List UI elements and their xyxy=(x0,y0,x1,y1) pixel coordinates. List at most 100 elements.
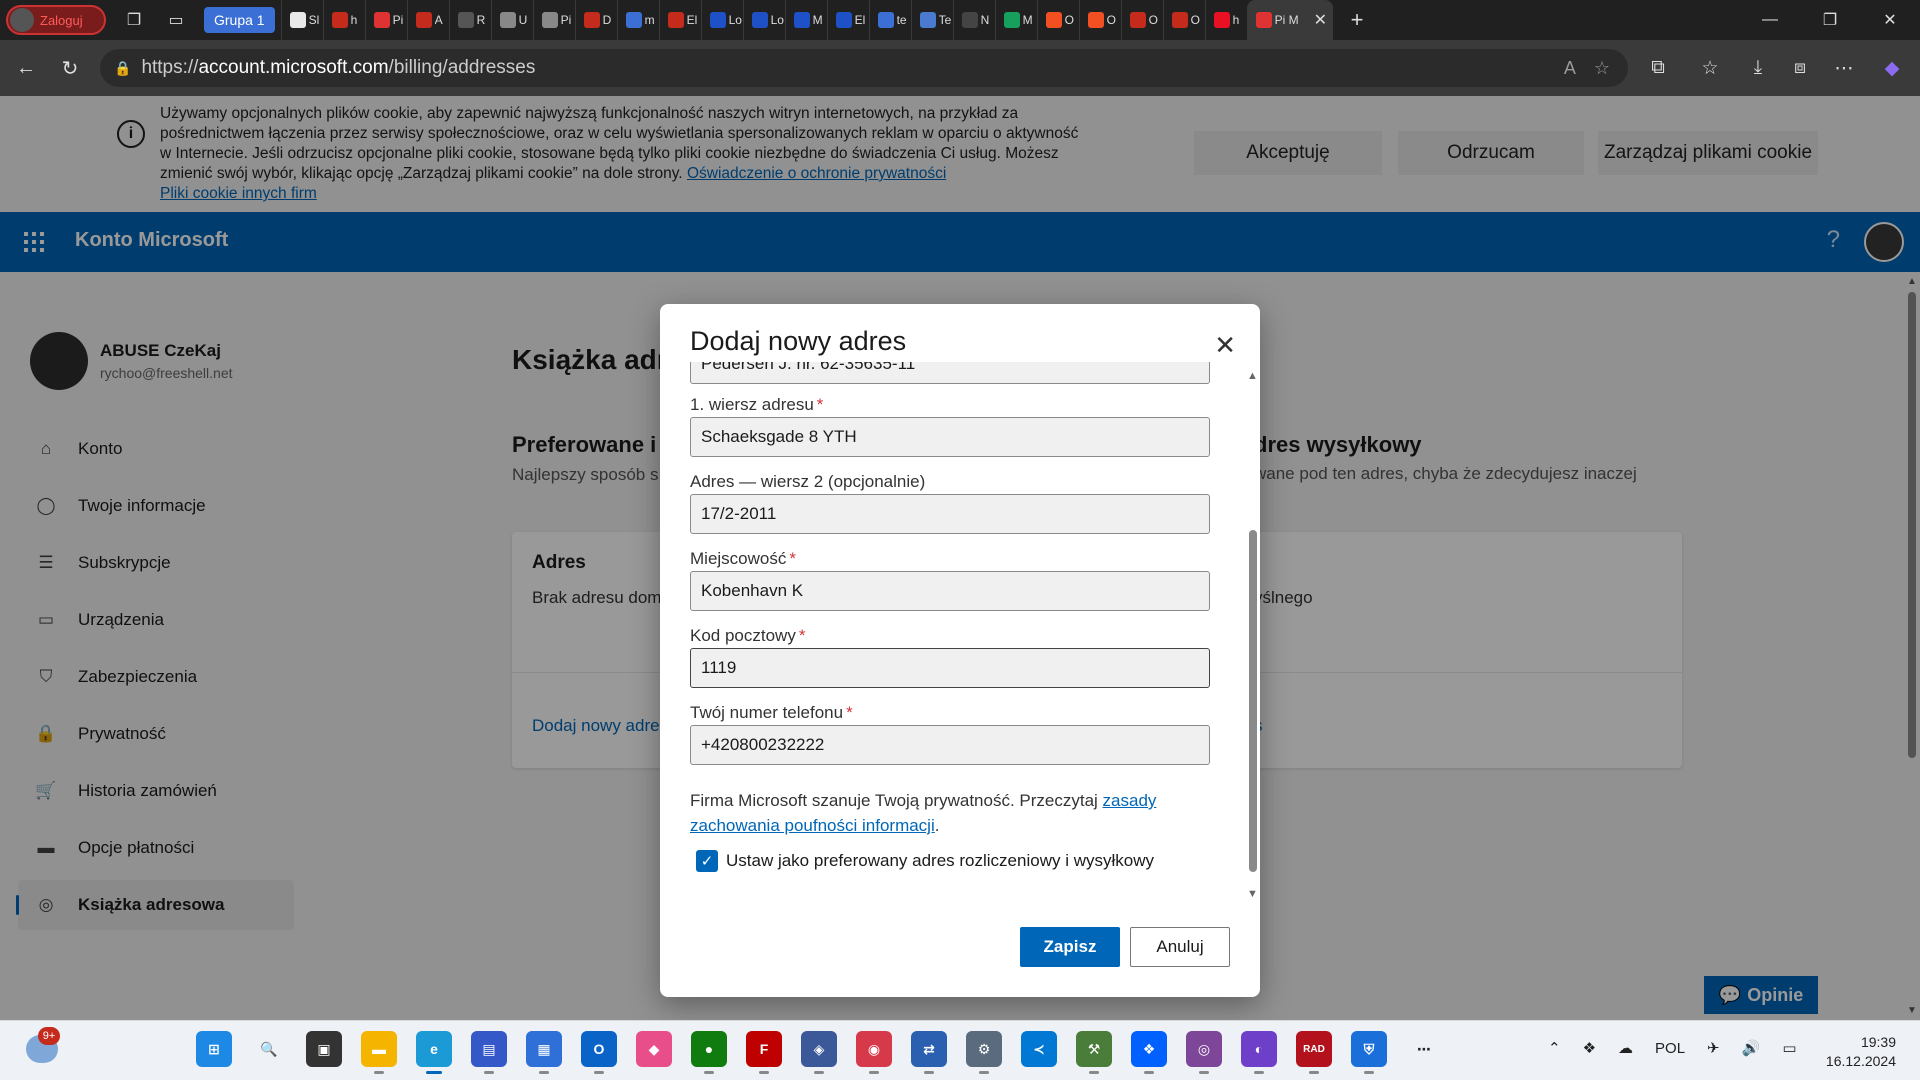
browser-tab[interactable]: M xyxy=(784,0,827,40)
postal-code-input[interactable] xyxy=(690,648,1210,688)
browser-tab[interactable]: h xyxy=(322,0,365,40)
browser-tab[interactable]: h xyxy=(1204,0,1247,40)
task-view-icon[interactable]: ▣ xyxy=(306,1031,342,1067)
browser-tab[interactable]: R xyxy=(448,0,491,40)
dialog-scrollbar[interactable]: ▲ ▼ xyxy=(1246,370,1260,900)
browser-tab[interactable]: m xyxy=(616,0,659,40)
new-tab-icon[interactable]: + xyxy=(1351,7,1364,33)
browser-tab[interactable]: El xyxy=(658,0,701,40)
favicon-icon xyxy=(625,12,642,28)
file-explorer-icon[interactable]: ▬ xyxy=(361,1031,397,1074)
tab-title: Lo xyxy=(728,13,742,27)
browser-tab[interactable]: Lo xyxy=(742,0,785,40)
browser-tab[interactable]: Pi xyxy=(532,0,575,40)
browser-tab[interactable]: O xyxy=(1162,0,1205,40)
tab-group-chip[interactable]: Grupa 1 xyxy=(204,7,275,33)
read-aloud-icon[interactable]: A xyxy=(1564,58,1576,79)
tray-overflow-icon[interactable]: ⌃ xyxy=(1548,1039,1561,1057)
browser-tab[interactable]: O xyxy=(1120,0,1163,40)
preferred-address-checkbox[interactable]: ✓ Ustaw jako preferowany adres rozliczen… xyxy=(696,850,1154,872)
tab-strip: Sl h Pi A R U Pi Dm El Lo Lo M El te Te N M O O O Oh xyxy=(280,0,1247,40)
url-actions: A ☆ xyxy=(1564,58,1610,79)
city-input[interactable] xyxy=(690,571,1210,611)
name-input[interactable] xyxy=(690,362,1210,384)
tools-app-icon[interactable]: ⚒ xyxy=(1076,1031,1112,1074)
screen-app-icon[interactable]: ◉ xyxy=(856,1031,892,1074)
browser-tab[interactable]: Lo xyxy=(700,0,743,40)
scroll-up-icon[interactable]: ▲ xyxy=(1247,370,1258,382)
refresh-icon[interactable]: ↻ xyxy=(52,50,88,86)
network-app-icon[interactable]: ⇄ xyxy=(911,1031,947,1074)
github-desktop-icon[interactable]: ◐ xyxy=(1241,1031,1277,1074)
browser-tab[interactable]: te xyxy=(868,0,911,40)
scroll-down-icon[interactable]: ▼ xyxy=(1247,888,1258,900)
more-menu-icon[interactable]: ⋯ xyxy=(1826,50,1862,86)
tab-title: A xyxy=(434,13,443,27)
windows-start-icon[interactable]: ⊞ xyxy=(196,1031,232,1067)
browser-tab[interactable]: El xyxy=(826,0,869,40)
search-icon[interactable]: 🔍 xyxy=(251,1031,287,1067)
edge-icon[interactable]: e xyxy=(416,1031,452,1074)
network-tray-icon[interactable]: ☁ xyxy=(1618,1039,1633,1057)
phone-input[interactable] xyxy=(690,725,1210,765)
tab-actions-icon[interactable]: ▭ xyxy=(162,6,190,34)
browser-tab[interactable]: Pi xyxy=(364,0,407,40)
save-app-icon[interactable]: ▤ xyxy=(471,1031,507,1074)
volume-icon[interactable]: 🔊 xyxy=(1742,1039,1761,1057)
close-tab-icon[interactable]: ✕ xyxy=(1314,10,1327,30)
address1-input[interactable] xyxy=(690,417,1210,457)
settings-icon[interactable]: ⚙ xyxy=(966,1031,1002,1074)
back-icon[interactable]: ← xyxy=(8,50,44,86)
more-apps-icon[interactable]: ⋯ xyxy=(1406,1031,1442,1067)
dialog-scrollbar-thumb[interactable] xyxy=(1249,530,1257,872)
airplane-icon[interactable]: ✈ xyxy=(1707,1039,1720,1057)
close-window-icon[interactable]: ✕ xyxy=(1860,0,1920,40)
xbox-icon[interactable]: ● xyxy=(691,1031,727,1074)
filezilla-icon[interactable]: F xyxy=(746,1031,782,1074)
workspaces-icon[interactable]: ❐ xyxy=(120,6,148,34)
dropbox-tray-icon[interactable]: ❖ xyxy=(1583,1039,1596,1057)
favicon-icon xyxy=(541,12,558,28)
battery-icon[interactable]: ▭ xyxy=(1782,1039,1796,1057)
clock[interactable]: 19:39 16.12.2024 xyxy=(1826,1033,1896,1071)
dropbox-icon[interactable]: ❖ xyxy=(1131,1031,1167,1074)
gem-icon[interactable]: ◆ xyxy=(636,1031,672,1067)
tab-active[interactable]: Pi M ✕ xyxy=(1246,0,1333,40)
collections-icon[interactable]: ⧈ xyxy=(1782,50,1818,86)
tor-icon[interactable]: ◎ xyxy=(1186,1031,1222,1074)
browser-tab[interactable]: Te xyxy=(910,0,953,40)
browser-tab[interactable]: D xyxy=(574,0,617,40)
browser-tab[interactable]: N xyxy=(952,0,995,40)
defender-icon[interactable]: ⛨ xyxy=(1351,1031,1387,1074)
restore-icon[interactable]: ❐ xyxy=(1800,0,1860,40)
browser-tab[interactable]: U xyxy=(490,0,533,40)
copilot-icon[interactable]: ◆ xyxy=(1874,50,1910,86)
address2-input[interactable] xyxy=(690,494,1210,534)
browser-tab[interactable]: M xyxy=(994,0,1037,40)
dialog-title: Dodaj nowy adres xyxy=(690,326,907,356)
store-icon[interactable]: ▦ xyxy=(526,1031,562,1074)
downloads-icon[interactable]: ⤓ xyxy=(1740,50,1776,86)
browser-tab[interactable]: Sl xyxy=(280,0,323,40)
browser-tab[interactable]: A xyxy=(406,0,449,40)
checkmark-icon[interactable]: ✓ xyxy=(696,850,718,872)
favorite-star-icon[interactable]: ☆ xyxy=(1594,58,1610,79)
save-button[interactable]: Zapisz xyxy=(1020,927,1120,967)
tab-title: Te xyxy=(938,13,952,27)
language-indicator[interactable]: POL xyxy=(1655,1040,1685,1057)
favicon-icon xyxy=(331,12,348,28)
favorites-icon[interactable]: ☆ xyxy=(1692,50,1728,86)
cube-icon[interactable]: ◈ xyxy=(801,1031,837,1074)
url-field[interactable]: 🔒 https://account.microsoft.com/billing/… xyxy=(100,49,1628,87)
browser-tab[interactable]: O xyxy=(1036,0,1079,40)
city-label: Miejscowość * xyxy=(690,549,796,568)
browser-tab[interactable]: O xyxy=(1078,0,1121,40)
outlook-icon[interactable]: O xyxy=(581,1031,617,1074)
minimize-icon[interactable]: — xyxy=(1740,0,1800,40)
close-icon[interactable]: ✕ xyxy=(1214,330,1236,361)
cancel-button[interactable]: Anuluj xyxy=(1130,927,1230,967)
extensions-icon[interactable]: ⧉ xyxy=(1640,50,1676,86)
vscode-icon[interactable]: ≺ xyxy=(1021,1031,1057,1067)
profile-button[interactable]: Zaloguj xyxy=(6,5,106,35)
rad-icon[interactable]: RAD xyxy=(1296,1031,1332,1074)
